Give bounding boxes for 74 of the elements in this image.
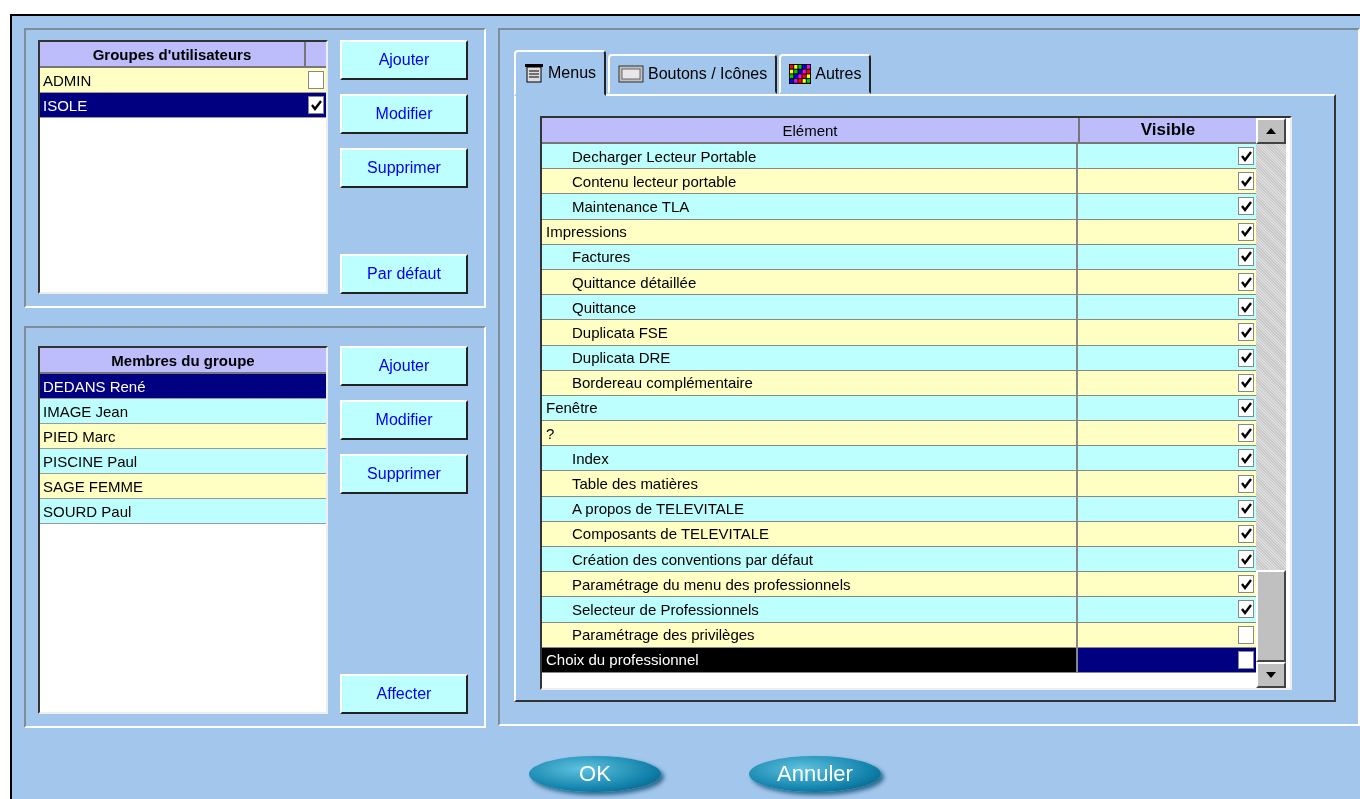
table-row[interactable]: Quittance xyxy=(542,295,1256,321)
checkbox[interactable] xyxy=(308,96,324,114)
action-button[interactable]: Modifier xyxy=(340,400,468,440)
table-row[interactable]: Factures xyxy=(542,244,1256,270)
checkbox[interactable] xyxy=(1238,222,1254,241)
checkbox[interactable] xyxy=(308,71,324,89)
table-row[interactable]: Impressions xyxy=(542,219,1256,245)
table-row[interactable]: Table des matières xyxy=(542,471,1256,497)
checkbox[interactable] xyxy=(1238,348,1254,367)
table-row[interactable]: Maintenance TLA xyxy=(542,194,1256,220)
table-row[interactable]: Duplicata DRE xyxy=(542,345,1256,371)
action-button[interactable]: Supprimer xyxy=(340,148,468,188)
group-row[interactable]: ADMIN xyxy=(40,68,326,93)
table-row[interactable]: Selecteur de Professionnels xyxy=(542,597,1256,623)
member-row[interactable]: SAGE FEMME xyxy=(40,474,326,499)
checkbox[interactable] xyxy=(1238,398,1254,417)
member-row[interactable]: SOURD Paul xyxy=(40,499,326,524)
checkbox[interactable] xyxy=(1238,373,1254,392)
tab[interactable]: Autres xyxy=(779,54,872,94)
table-row[interactable]: Quittance détaillée xyxy=(542,269,1256,296)
table-row[interactable]: Contenu lecteur portable xyxy=(542,169,1256,195)
ok-button-icon xyxy=(618,64,645,84)
checkbox[interactable] xyxy=(1238,499,1254,518)
member-row[interactable]: PISCINE Paul xyxy=(40,449,326,474)
checkbox[interactable] xyxy=(1238,147,1254,166)
table-row[interactable]: Composants de TELEVITALE xyxy=(542,521,1256,547)
member-row[interactable]: DEDANS René xyxy=(40,374,326,399)
table-row[interactable]: A propos de TELEVITALE xyxy=(542,496,1256,522)
column-header: Membres du groupe xyxy=(110,351,256,369)
checkbox[interactable] xyxy=(1238,625,1254,644)
checkbox[interactable] xyxy=(1238,323,1254,342)
table-row[interactable]: Index xyxy=(542,446,1256,472)
scroll-thumb[interactable] xyxy=(1256,570,1286,662)
column-header: Visible xyxy=(1139,119,1197,141)
table-row[interactable]: Duplicata FSE xyxy=(542,320,1256,346)
table-row[interactable]: Choix du professionnel xyxy=(542,647,1256,673)
checkbox[interactable] xyxy=(1238,650,1254,669)
action-button[interactable]: Supprimer xyxy=(340,454,468,494)
table-row[interactable]: ? xyxy=(542,421,1256,447)
checkbox[interactable] xyxy=(1238,550,1254,569)
table-row[interactable]: Création des conventions par défaut xyxy=(542,547,1256,573)
table-row[interactable]: Decharger Lecteur Portable xyxy=(542,144,1256,170)
color-grid-icon xyxy=(789,64,812,84)
checkbox[interactable] xyxy=(1238,524,1254,543)
checkbox[interactable] xyxy=(1238,575,1254,594)
action-button[interactable]: Modifier xyxy=(340,94,468,134)
checkbox[interactable] xyxy=(1238,172,1254,191)
checkbox[interactable] xyxy=(1238,449,1254,468)
scrollbar[interactable] xyxy=(1256,118,1286,688)
checkbox[interactable] xyxy=(1238,273,1254,292)
scroll-up-icon[interactable] xyxy=(1266,128,1276,134)
member-row[interactable]: IMAGE Jean xyxy=(40,399,326,424)
checkbox[interactable] xyxy=(1238,197,1254,216)
column-header: Groupes d'utilisateurs xyxy=(91,45,253,63)
tab[interactable]: Menus xyxy=(514,50,607,96)
checkbox[interactable] xyxy=(1238,247,1254,266)
checkbox[interactable] xyxy=(1238,298,1254,317)
action-button[interactable]: Affecter xyxy=(340,674,468,714)
column-header: Elément xyxy=(542,118,1080,142)
action-button[interactable]: Par défaut xyxy=(340,254,468,294)
menu-list-icon xyxy=(524,63,544,83)
checkbox[interactable] xyxy=(1238,474,1254,493)
tab[interactable]: Boutons / Icônes xyxy=(608,54,778,94)
table-row[interactable]: Bordereau complémentaire xyxy=(542,370,1256,396)
member-row[interactable]: PIED Marc xyxy=(40,424,326,449)
group-row[interactable]: ISOLE xyxy=(40,93,326,118)
table-row[interactable]: Fenêtre xyxy=(542,395,1256,422)
table-row[interactable]: Paramétrage des privilèges xyxy=(542,622,1256,648)
action-button[interactable]: Ajouter xyxy=(340,40,468,80)
checkbox[interactable] xyxy=(1238,424,1254,443)
action-button[interactable]: Ajouter xyxy=(340,346,468,386)
checkbox[interactable] xyxy=(1238,600,1254,619)
scroll-down-icon[interactable] xyxy=(1266,672,1276,678)
table-row[interactable]: Paramétrage du menu des professionnels xyxy=(542,572,1256,598)
